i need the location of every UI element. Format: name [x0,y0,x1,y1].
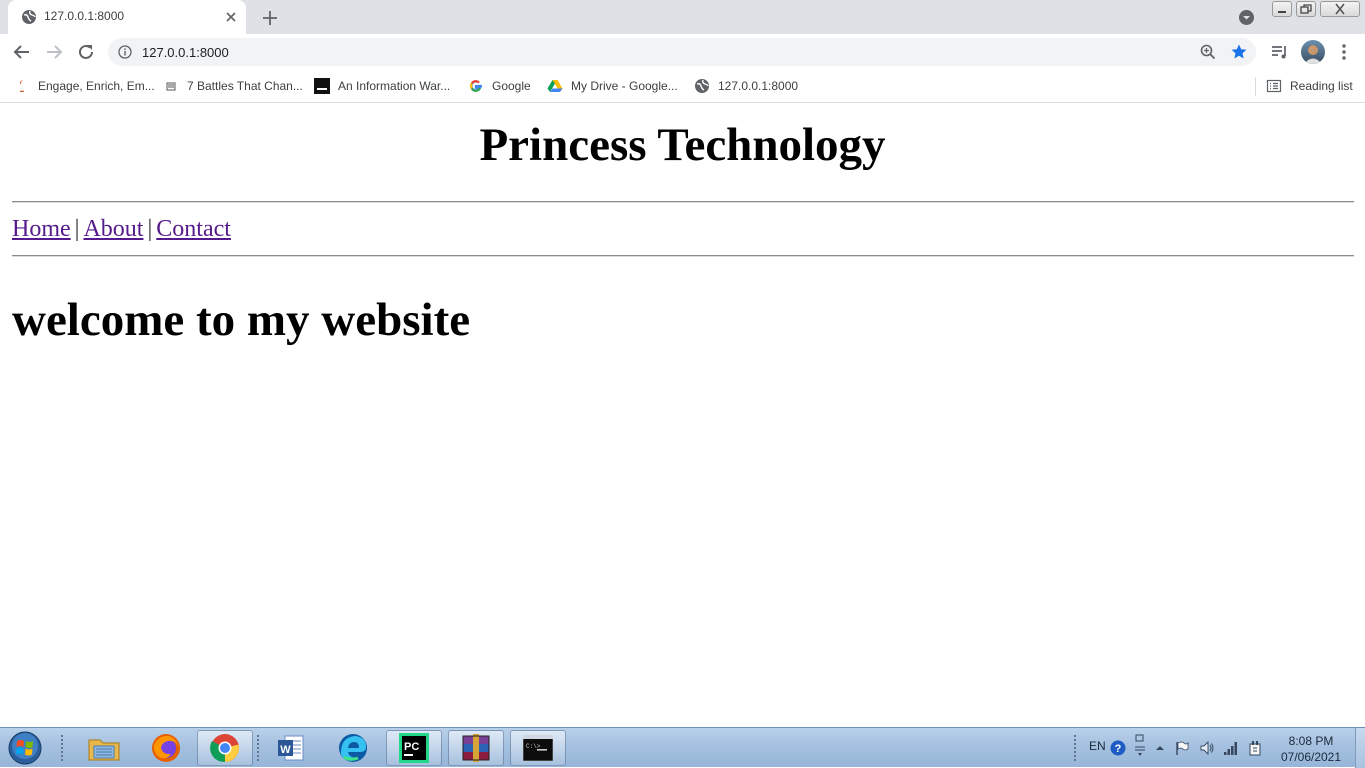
bookmark-label: Engage, Enrich, Em... [38,79,155,93]
reading-list-button[interactable]: Reading list [1266,76,1353,96]
close-tab-icon[interactable] [222,8,240,26]
taskbar-grip[interactable] [256,734,260,762]
more-menu-icon[interactable] [1334,42,1354,62]
generic-site-icon [166,82,176,91]
google-drive-icon [547,80,563,92]
show-desktop-button[interactable] [1355,728,1365,768]
browser-chrome: 127.0.0.1:8000 127.0.0.1:8000 Engage, En… [0,0,1365,103]
nav-separator: | [74,216,80,242]
bookmark-item[interactable]: Engage, Enrich, Em... [14,76,155,96]
firefox-icon [152,734,180,762]
nav-link-about[interactable]: About [83,216,143,242]
taskbar-app-word[interactable]: W [263,730,319,766]
minimize-button[interactable] [1272,1,1292,17]
chrome-icon [210,734,239,763]
music-note-icon [19,80,25,93]
tab-strip: 127.0.0.1:8000 [0,0,1365,34]
zoom-icon[interactable] [1200,44,1216,60]
profile-avatar[interactable] [1301,40,1325,64]
welcome-heading: welcome to my website [12,294,471,346]
bookmarks-divider [1255,77,1256,96]
restore-icon [1300,4,1312,14]
nav-link-home[interactable]: Home [12,216,71,242]
bookmark-star-icon[interactable] [1230,43,1248,61]
bookmarks-bar: Engage, Enrich, Em... 7 Battles That Cha… [0,70,1365,103]
bookmark-item[interactable]: 127.0.0.1:8000 [694,76,798,96]
site-info-icon[interactable] [118,45,132,59]
help-icon[interactable]: ? [1110,740,1126,756]
new-tab-icon[interactable] [260,8,280,28]
forward-icon[interactable] [42,40,66,64]
reading-list-label: Reading list [1290,79,1353,93]
system-clock[interactable]: 8:08 PM 07/06/2021 [1270,733,1352,765]
restore-button[interactable] [1296,1,1316,17]
edge-icon [339,734,367,762]
nav-link-contact[interactable]: Contact [156,216,231,242]
pycharm-icon: PC [399,733,429,763]
taskbar-app-edge[interactable] [325,730,381,766]
file-explorer-icon [88,739,120,761]
top-divider [12,201,1354,203]
taskbar-app-chrome[interactable] [197,730,253,766]
action-center-flag-icon[interactable] [1174,740,1190,756]
windows-taskbar: W PC C:\> EN ? 8:08 PM 07/06/2021 [0,727,1365,768]
google-g-icon [469,80,482,92]
site-nav: Home | About | Contact [12,213,231,245]
power-plug-icon[interactable] [1247,740,1263,756]
tab-search-icon[interactable] [1238,9,1255,26]
tab-title: 127.0.0.1:8000 [44,9,125,23]
word-icon: W [278,735,304,761]
globe-icon [695,79,709,93]
bookmark-label: 127.0.0.1:8000 [718,79,799,93]
black-square-icon [314,78,330,94]
web-page: Princess Technology Home | About | Contact w… [0,103,1365,727]
close-window-icon [1335,3,1345,15]
bookmark-item[interactable]: 7 Battles That Chan... [163,76,303,96]
taskbar-app-cmd[interactable]: C:\> [510,730,566,766]
taskbar-app-file-explorer[interactable] [76,730,132,766]
bookmark-item[interactable]: An Information War... [314,76,450,96]
taskbar-grip[interactable] [60,734,64,762]
bottom-divider [12,255,1354,257]
bookmark-item[interactable]: Google [468,76,531,96]
svg-text:C:\>: C:\> [526,743,541,750]
reload-icon[interactable] [74,40,98,64]
svg-text:?: ? [1115,743,1122,755]
back-icon[interactable] [10,40,34,64]
network-signal-icon[interactable] [1223,740,1239,756]
svg-text:PC: PC [404,741,419,753]
address-bar[interactable]: 127.0.0.1:8000 [108,38,1256,66]
taskbar-grip[interactable] [1073,734,1077,762]
start-button-icon[interactable] [5,730,45,766]
keyboard-options-icon[interactable] [1132,734,1148,758]
nav-separator: | [147,216,153,242]
clock-time: 8:08 PM [1288,734,1334,748]
bookmark-label: Google [492,79,531,93]
taskbar-app-firefox[interactable] [138,730,194,766]
bookmark-label: An Information War... [338,79,451,93]
cmd-icon: C:\> [523,735,553,761]
globe-icon [22,10,36,24]
bookmark-label: My Drive - Google... [571,79,678,93]
taskbar-app-pycharm[interactable]: PC [386,730,442,766]
bookmark-item[interactable]: My Drive - Google... [547,76,678,96]
browser-toolbar: 127.0.0.1:8000 [0,34,1365,70]
svg-text:W: W [280,744,291,756]
minimize-icon [1278,11,1286,13]
chevron-up-icon[interactable] [1152,740,1168,756]
language-indicator[interactable]: EN [1089,739,1106,753]
winrar-icon [462,734,490,762]
bookmark-label: 7 Battles That Chan... [187,79,303,93]
avatar-icon [1304,45,1322,64]
browser-tab[interactable]: 127.0.0.1:8000 [8,0,246,34]
media-controls-icon[interactable] [1270,42,1290,62]
url-text[interactable]: 127.0.0.1:8000 [142,45,229,60]
site-title: Princess Technology [479,119,886,171]
clock-date: 07/06/2021 [1280,750,1342,764]
close-window-button[interactable] [1320,1,1360,17]
taskbar-app-winrar[interactable] [448,730,504,766]
volume-icon[interactable] [1199,740,1215,756]
reading-list-icon [1266,79,1282,93]
